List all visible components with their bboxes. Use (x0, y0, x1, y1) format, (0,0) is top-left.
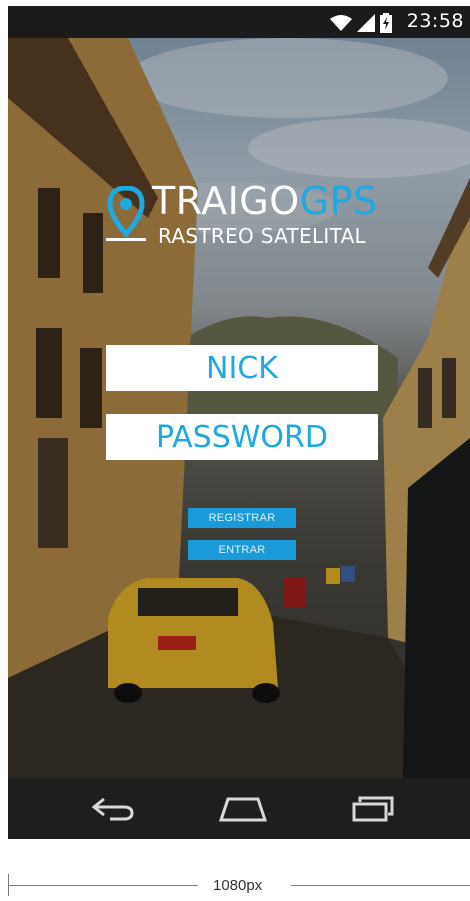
brand-subtitle: RASTREO SATELITAL (158, 224, 366, 248)
measurement-label: 1080px (213, 877, 263, 894)
app-logo: TRAIGOGPS RASTREO SATELITAL (106, 182, 386, 250)
recent-apps-button[interactable] (346, 792, 400, 826)
brand-name-accent: GPS (299, 179, 378, 223)
status-icons (330, 13, 392, 33)
recent-apps-icon (352, 796, 394, 822)
phone-frame: 23:58 TRAIGOGPS RASTREO SATELITAL NICK R… (8, 6, 470, 839)
measurement-line-left (8, 885, 198, 886)
measurement-line-right (291, 885, 470, 886)
signal-icon (357, 14, 375, 32)
android-nav-bar (8, 778, 470, 839)
wifi-icon (330, 15, 352, 31)
back-icon (91, 797, 134, 821)
status-time: 23:58 (406, 10, 464, 32)
home-icon (218, 797, 268, 822)
nick-input[interactable] (106, 345, 378, 391)
background-street-photo (8, 38, 470, 778)
login-button[interactable]: ENTRAR (188, 540, 296, 560)
back-button[interactable] (86, 792, 140, 826)
register-button[interactable]: REGISTRAR (188, 508, 296, 528)
battery-charging-icon (380, 13, 392, 33)
location-pin-icon (106, 186, 146, 241)
brand-name: TRAIGOGPS (152, 182, 378, 220)
password-input[interactable] (106, 414, 378, 460)
home-button[interactable] (216, 792, 270, 826)
width-measurement: 1080px (8, 874, 470, 898)
brand-name-primary: TRAIGO (152, 179, 300, 223)
login-screen: TRAIGOGPS RASTREO SATELITAL REGISTRAR EN… (8, 38, 470, 778)
status-bar: 23:58 (8, 6, 470, 38)
